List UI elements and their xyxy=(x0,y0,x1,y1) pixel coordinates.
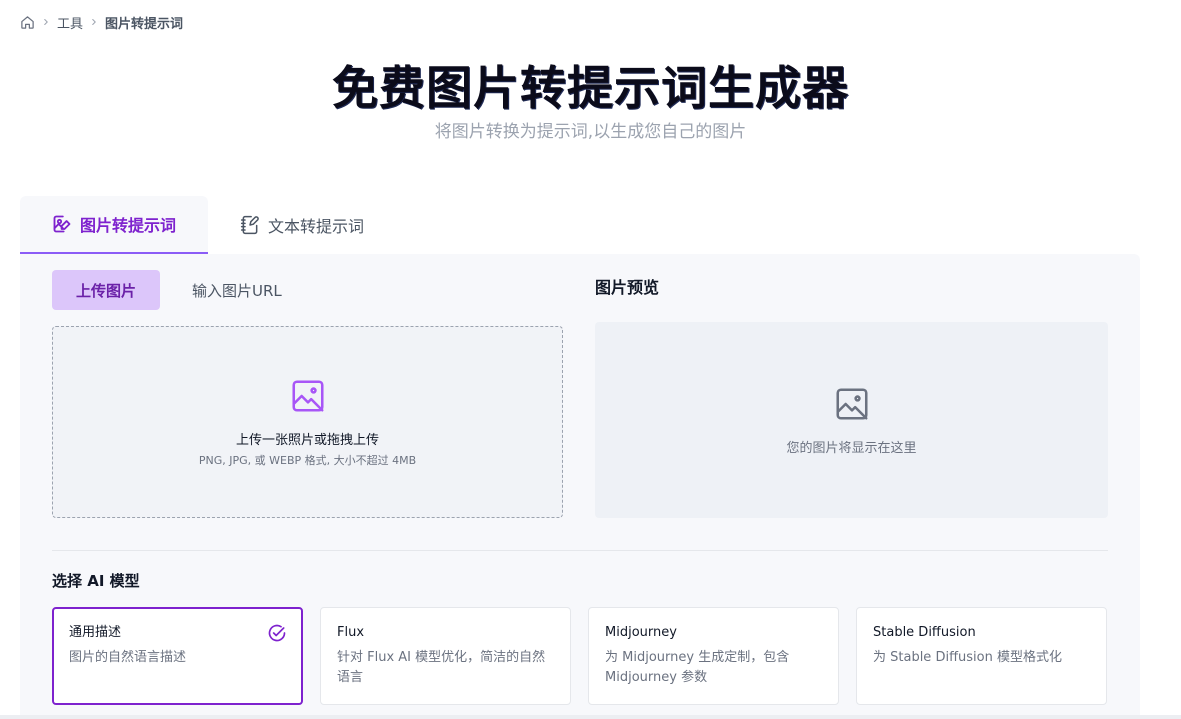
model-desc: 针对 Flux AI 模型优化，简洁的自然语言 xyxy=(337,650,546,685)
tab-label: 文本转提示词 xyxy=(268,217,365,236)
image-to-prompt-panel: 上传图片 输入图片URL 上传一张照片或拖拽上传 PNG, JPG, 或 WEB… xyxy=(20,254,1140,719)
model-option-flux[interactable]: Flux 针对 Flux AI 模型优化，简洁的自然语言 xyxy=(320,607,571,705)
chevron-right-icon xyxy=(89,17,99,27)
model-desc: 图片的自然语言描述 xyxy=(69,650,187,665)
model-options: 通用描述 图片的自然语言描述 Flux 针对 Flux AI 模型优化，简洁的自… xyxy=(52,607,1107,705)
hero: 免费图片转提示词生成器 将图片转换为提示词,以生成您自己的图片 xyxy=(0,58,1181,144)
chevron-right-icon xyxy=(41,17,51,27)
model-name: Flux xyxy=(337,625,365,640)
main-tabs: 图片转提示词 文本转提示词 xyxy=(20,196,396,254)
upload-mode-tabs: 上传图片 输入图片URL xyxy=(52,270,306,310)
tab-label: 图片转提示词 xyxy=(80,216,177,235)
preview-title: 图片预览 xyxy=(595,278,660,297)
image-preview-area: 您的图片将显示在这里 xyxy=(595,322,1108,518)
dropzone-hint: PNG, JPG, 或 WEBP 格式, 大小不超过 4MB xyxy=(198,453,417,467)
model-section-title: 选择 AI 模型 xyxy=(52,572,140,590)
page-subtitle: 将图片转换为提示词,以生成您自己的图片 xyxy=(434,122,747,142)
upload-dropzone[interactable]: 上传一张照片或拖拽上传 PNG, JPG, 或 WEBP 格式, 大小不超过 4… xyxy=(52,326,563,518)
page-bottom-edge xyxy=(0,715,1181,719)
home-icon[interactable] xyxy=(20,15,35,30)
model-name: Stable Diffusion xyxy=(873,625,976,640)
image-icon xyxy=(833,385,871,427)
model-option-midjourney[interactable]: Midjourney 为 Midjourney 生成定制，包含 Midjourn… xyxy=(588,607,839,705)
model-name: Midjourney xyxy=(605,625,677,640)
subtab-image-url[interactable]: 输入图片URL xyxy=(168,270,306,310)
subtab-upload-image[interactable]: 上传图片 xyxy=(52,270,161,310)
dropzone-text: 上传一张照片或拖拽上传 xyxy=(235,432,379,448)
check-circle-icon xyxy=(267,623,287,647)
breadcrumb-link-tools[interactable]: 工具 xyxy=(57,13,83,32)
model-desc: 为 Midjourney 生成定制，包含 Midjourney 参数 xyxy=(605,650,790,685)
divider xyxy=(52,550,1108,551)
model-desc: 为 Stable Diffusion 模型格式化 xyxy=(873,650,1062,665)
breadcrumb: 工具 图片转提示词 xyxy=(20,12,183,32)
breadcrumb-current: 图片转提示词 xyxy=(105,16,184,32)
model-option-stable-diffusion[interactable]: Stable Diffusion 为 Stable Diffusion 模型格式… xyxy=(856,607,1107,705)
page-title: 免费图片转提示词生成器 xyxy=(332,61,849,115)
image-icon xyxy=(289,377,327,419)
notebook-pen-icon xyxy=(240,215,260,235)
tab-image-to-prompt[interactable]: 图片转提示词 xyxy=(20,196,209,254)
image-edit-icon xyxy=(52,214,72,234)
preview-placeholder: 您的图片将显示在这里 xyxy=(786,440,917,456)
model-option-general[interactable]: 通用描述 图片的自然语言描述 xyxy=(52,607,303,705)
tab-text-to-prompt[interactable]: 文本转提示词 xyxy=(208,196,396,254)
model-name: 通用描述 xyxy=(69,625,122,640)
